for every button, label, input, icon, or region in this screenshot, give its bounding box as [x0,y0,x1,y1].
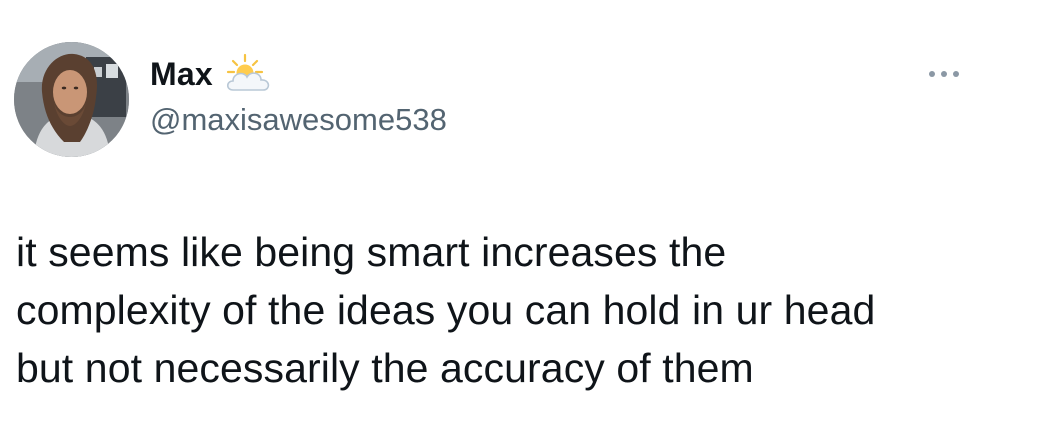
tweet-text: it seems like being smart increases the … [16,223,1016,397]
display-name[interactable]: Max [150,56,213,93]
more-dot [941,71,947,77]
author-name-row: Max [150,52,447,96]
tweet-text-line: it seems like being smart increases the [16,229,727,275]
avatar[interactable] [14,42,129,157]
author-info: Max @maxisawesome538 [150,52,447,142]
tweet-text-line: complexity of the ideas you can hold in … [16,287,876,333]
more-options-icon[interactable] [920,62,968,86]
more-dot [929,71,935,77]
more-dot [953,71,959,77]
tweet-card: Max @maxisawesome538 it seems like being… [0,0,1040,436]
author-handle[interactable]: @maxisawesome538 [150,102,447,138]
sun-behind-cloud-icon [221,52,275,96]
tweet-text-line: but not necessarily the accuracy of them [16,345,754,391]
profile-photo-icon [14,42,129,157]
